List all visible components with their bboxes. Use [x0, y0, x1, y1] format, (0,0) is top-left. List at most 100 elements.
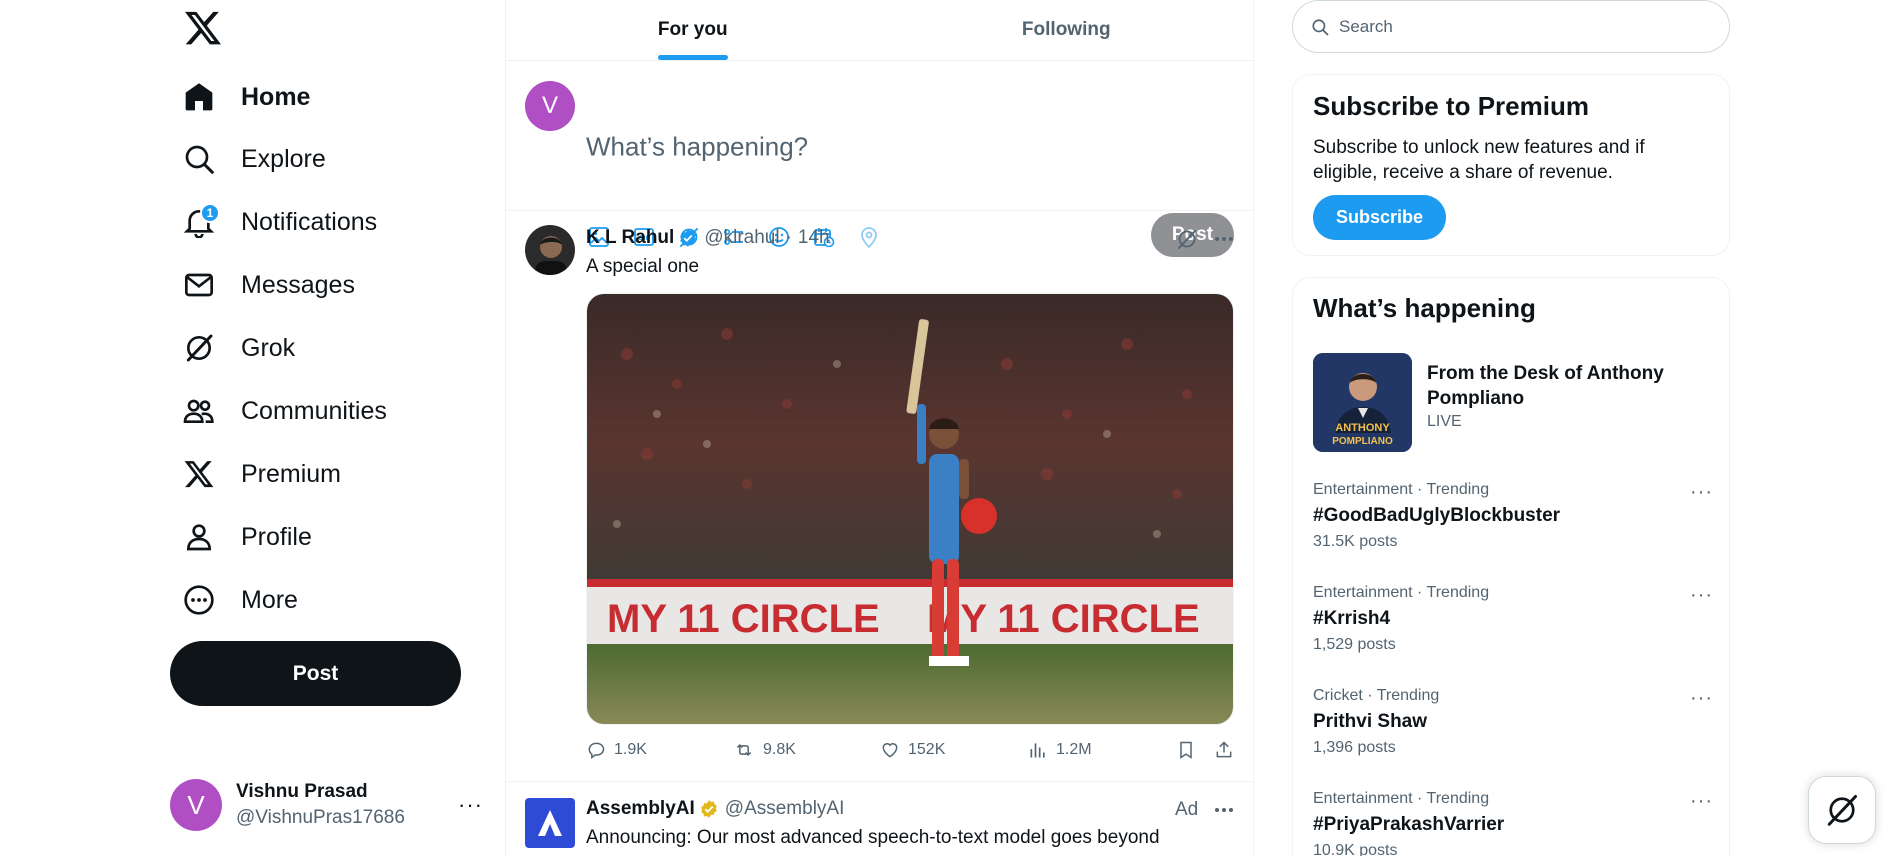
post-button[interactable]: Post: [170, 641, 461, 706]
live-event[interactable]: ANTHONY POMPLIANO From the Desk of Antho…: [1313, 353, 1713, 453]
account-name: Vishnu Prasad: [236, 781, 368, 802]
trend-count: 1,396 posts: [1313, 739, 1396, 756]
tweet-text: A special one: [586, 256, 700, 277]
more-icon[interactable]: ···: [1690, 584, 1713, 607]
people-icon: [183, 395, 215, 427]
subscribe-button[interactable]: Subscribe: [1313, 195, 1446, 240]
nav-explore[interactable]: Explore: [183, 134, 326, 184]
nav-notifications[interactable]: 1 Notifications: [183, 197, 377, 247]
grok-icon: [1824, 792, 1860, 828]
repost-icon: [736, 743, 752, 757]
nav-label: Home: [241, 82, 311, 111]
trend-count: 31.5K posts: [1313, 533, 1398, 550]
trend-item[interactable]: Entertainment · Trending #PriyaPrakashVa…: [1313, 790, 1713, 856]
verified-badge-icon: [678, 228, 698, 248]
more-icon[interactable]: ···: [1690, 687, 1713, 710]
nav-communities[interactable]: Communities: [183, 386, 387, 436]
reply-button[interactable]: 1.9K: [586, 740, 647, 760]
banner-text: MY 11 CIRCLE: [927, 597, 1200, 641]
search-box[interactable]: [1292, 0, 1730, 53]
trend-item[interactable]: Entertainment · Trending #GoodBadUglyBlo…: [1313, 481, 1713, 571]
tweet-author-name[interactable]: AssemblyAI: [586, 798, 695, 820]
trend-count: 1,529 posts: [1313, 636, 1396, 653]
nav-label: Notifications: [241, 207, 378, 236]
search-icon: [1293, 18, 1329, 36]
trend-item[interactable]: Entertainment · Trending #Krrish4 1,529 …: [1313, 584, 1713, 674]
tab-following[interactable]: Following: [880, 0, 1254, 60]
more-icon[interactable]: [1212, 798, 1236, 822]
nav-label: Profile: [241, 522, 312, 551]
repost-count: 9.8K: [763, 741, 796, 758]
x-logo-icon: [183, 458, 215, 490]
tab-for-you[interactable]: For you: [506, 0, 880, 60]
trend-count: 10.9K posts: [1313, 842, 1398, 856]
trend-category: Entertainment · Trending: [1313, 790, 1490, 807]
tweet-actions: 1.9K 9.8K 152K 1.2M: [586, 740, 1234, 770]
nav-premium[interactable]: Premium: [183, 449, 341, 499]
tweet-author-name[interactable]: K L Rahul: [586, 227, 674, 249]
reply-icon: [588, 742, 605, 759]
more-icon[interactable]: [1212, 227, 1236, 251]
more-circle-icon: [183, 584, 215, 616]
bell-icon: 1: [183, 203, 220, 238]
nav-messages[interactable]: Messages: [183, 260, 355, 310]
like-button[interactable]: 152K: [880, 740, 945, 760]
tweet-time[interactable]: 14h: [798, 227, 830, 249]
nav-label: Explore: [241, 144, 326, 173]
views-button[interactable]: 1.2M: [1028, 740, 1092, 760]
repost-button[interactable]: 9.8K: [733, 740, 796, 760]
nav-grok[interactable]: Grok: [183, 323, 295, 373]
more-icon[interactable]: ···: [1690, 481, 1713, 504]
left-nav: Home Explore 1 Notifications Messages Gr…: [0, 0, 505, 856]
trend-category: Cricket · Trending: [1313, 687, 1440, 704]
timeline-tabs: For you Following: [506, 0, 1253, 61]
nav-home[interactable]: Home: [183, 72, 310, 122]
search-icon: [183, 143, 215, 175]
trend-topic: Prithvi Shaw: [1313, 711, 1428, 732]
tweet-image[interactable]: MY 11 CIRCLE MY 11 CIRCLE: [586, 293, 1234, 725]
x-logo-icon[interactable]: [183, 8, 223, 48]
verified-business-badge-icon: [699, 799, 719, 819]
premium-description: Subscribe to unlock new features and if …: [1313, 137, 1645, 183]
bookmark-button[interactable]: [1176, 740, 1204, 760]
grok-icon: [183, 332, 215, 364]
trend-category: Entertainment · Trending: [1313, 481, 1490, 498]
location-icon[interactable]: [857, 225, 885, 253]
composer: V GIF Post: [506, 61, 1253, 257]
banner-text: MY 11 CIRCLE: [607, 597, 880, 641]
trend-topic: #Krrish4: [1313, 608, 1391, 629]
live-thumbnail: ANTHONY POMPLIANO: [1313, 353, 1412, 452]
nav-profile[interactable]: Profile: [183, 512, 312, 562]
thumb-text: ANTHONY: [1335, 422, 1390, 434]
compose-input[interactable]: [586, 131, 1186, 163]
tweet-handle[interactable]: @klrahul: [704, 227, 779, 249]
mail-icon: [183, 269, 215, 301]
premium-title: Subscribe to Premium: [1313, 91, 1589, 121]
nav-label: More: [241, 585, 298, 614]
grok-icon[interactable]: [1175, 227, 1199, 251]
thumb-text: POMPLIANO: [1332, 436, 1393, 447]
search-input[interactable]: [1339, 16, 1689, 37]
nav-label: Grok: [241, 333, 296, 362]
ad-label: Ad: [1175, 799, 1199, 820]
nav-more[interactable]: More: [183, 575, 298, 625]
avatar[interactable]: [525, 225, 575, 275]
nav-label: Premium: [241, 459, 342, 488]
share-button[interactable]: [1214, 740, 1242, 760]
avatar[interactable]: [525, 798, 575, 848]
analytics-icon: [1030, 743, 1045, 758]
more-icon[interactable]: ···: [458, 792, 483, 818]
view-count: 1.2M: [1056, 741, 1092, 758]
notification-badge: 1: [200, 203, 220, 223]
grok-floating-button[interactable]: [1808, 776, 1876, 844]
trend-topic: #PriyaPrakashVarrier: [1313, 814, 1505, 835]
trend-item[interactable]: Cricket · Trending Prithvi Shaw 1,396 po…: [1313, 687, 1713, 777]
avatar: V: [525, 81, 575, 131]
separator-dot: ·: [785, 227, 792, 248]
account-switcher[interactable]: V Vishnu Prasad @VishnuPras17686 ···: [170, 770, 495, 840]
heart-icon: [882, 743, 898, 758]
live-title: From the Desk of Anthony Pompliano: [1427, 363, 1664, 409]
more-icon[interactable]: ···: [1690, 790, 1713, 813]
tweet-handle[interactable]: @AssemblyAI: [725, 798, 845, 820]
tweet-text: Announcing: Our most advanced speech-to-…: [586, 827, 1160, 848]
